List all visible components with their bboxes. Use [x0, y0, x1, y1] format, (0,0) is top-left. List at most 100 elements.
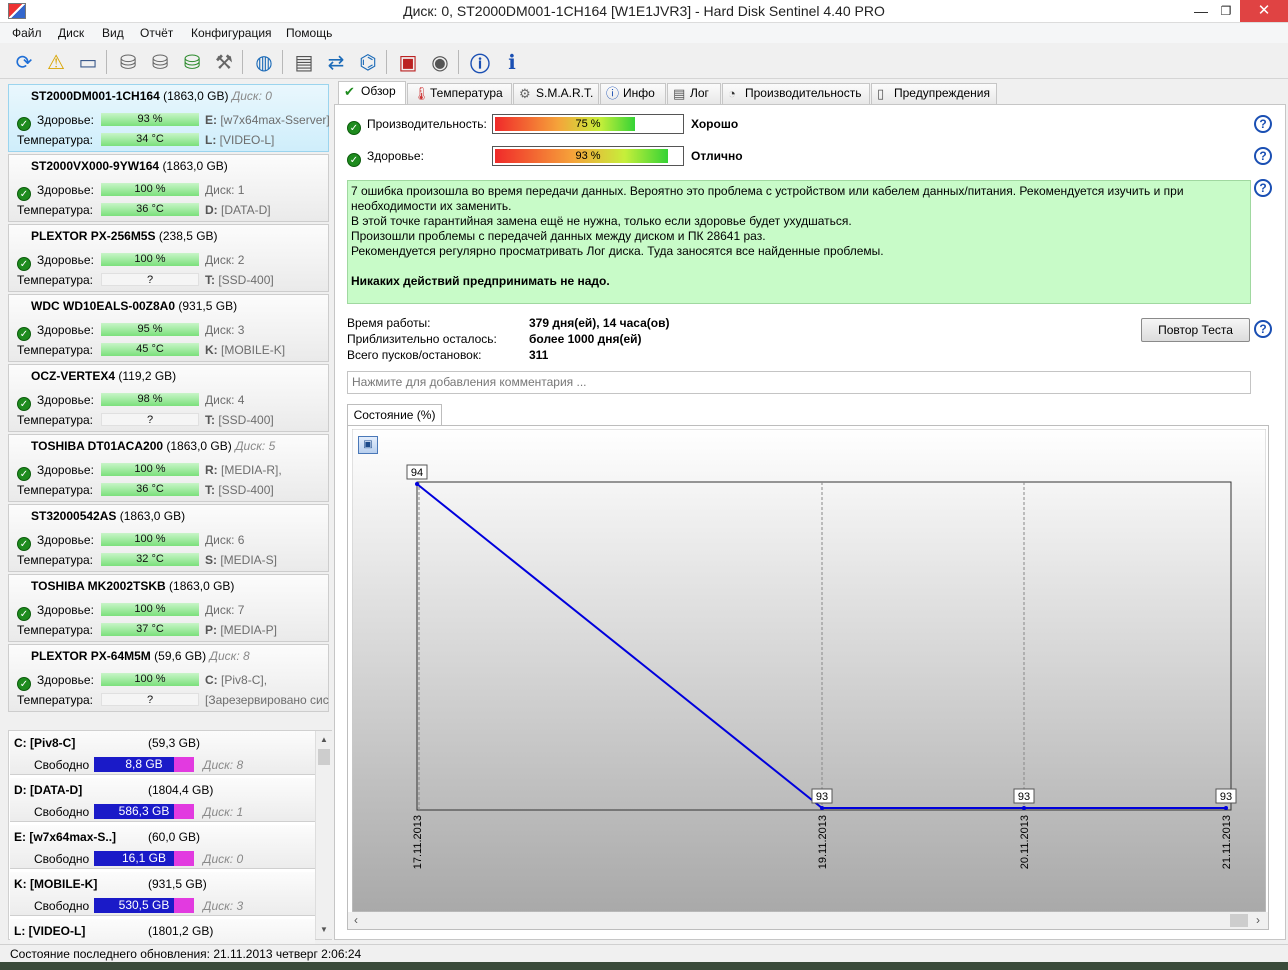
temperature-label: Температура:	[17, 413, 94, 427]
scroll-left-icon[interactable]: ‹	[354, 913, 358, 927]
health-label: ✓ Здоровье:	[17, 673, 94, 691]
network-icon[interactable]: ⌬	[354, 48, 382, 76]
starts-label: Всего пусков/остановок:	[347, 348, 482, 362]
health-verdict: Отлично	[691, 149, 743, 163]
scroll-thumb[interactable]	[318, 749, 330, 765]
menu-disk[interactable]: Диск	[58, 26, 84, 40]
check-icon: ✓	[17, 537, 31, 551]
disk-card[interactable]: WDC WD10EALS-00Z8A0 (931,5 GB) ✓ Здоровье…	[8, 294, 329, 362]
help-icon[interactable]: ⓘ	[466, 48, 494, 76]
disk-card[interactable]: TOSHIBA MK2002TSKB (1863,0 GB) ✓ Здоровье…	[8, 574, 329, 642]
disk-card[interactable]: PLEXTOR PX-64M5M (59,6 GB) Диск: 8 ✓ Здоро…	[8, 644, 329, 712]
free-label: Свободно	[34, 805, 90, 819]
disk-card[interactable]: OCZ-VERTEX4 (119,2 GB) ✓ Здоровье: 98 % Тем…	[8, 364, 329, 432]
partition-disk: Диск: 3	[203, 899, 244, 913]
alert-icon[interactable]: ⚠	[42, 48, 70, 76]
transfer-icon[interactable]: ⇄	[322, 48, 350, 76]
settings-icon[interactable]: ▣	[394, 48, 422, 76]
save-chart-icon[interactable]: ▣	[358, 436, 378, 454]
menu-report[interactable]: Отчёт	[140, 26, 173, 40]
drive-info-2: S: [MEDIA-S]	[205, 553, 278, 567]
tab-info[interactable]: ⓘ Инфо	[600, 83, 666, 104]
partition-item[interactable]: E: [w7x64max-S..] (60,0 GB) Свободно 16,1 G…	[10, 825, 315, 869]
tab-overview[interactable]: ✔ Обзор	[338, 81, 406, 104]
health-label: ✓ Здоровье:	[17, 393, 94, 411]
drive-info-2: T: [SSD-400]	[205, 273, 274, 287]
partition-scrollbar[interactable]: ▲ ▼	[315, 731, 332, 939]
globe-icon[interactable]: ◍	[250, 48, 278, 76]
scroll-down-icon[interactable]: ▼	[320, 925, 328, 934]
window-title: Диск: 0, ST2000DM001-1CH164 [W1E1JVR3] -…	[403, 3, 885, 19]
svg-text:93: 93	[816, 791, 828, 803]
partition-size: (60,0 GB)	[148, 830, 201, 844]
disk-check-icon[interactable]: ⛁	[146, 48, 174, 76]
performance-bar: 75 %	[492, 114, 684, 134]
partition-item[interactable]: C: [Piv8-C] (59,3 GB) Свободно 8,8 GB Диск: …	[10, 731, 315, 775]
check-icon: ✓	[17, 117, 31, 131]
free-label: Свободно	[34, 899, 90, 913]
starts-value: 311	[529, 348, 549, 362]
tab-smart[interactable]: ⚙ S.M.A.R.T.	[513, 83, 599, 104]
tab-log[interactable]: ▤ Лог	[667, 83, 721, 104]
scroll-thumb[interactable]	[1230, 914, 1248, 927]
partition-name: E: [w7x64max-S..]	[14, 830, 117, 844]
about-icon[interactable]: ℹ	[498, 48, 526, 76]
health-bar: 93 %	[101, 113, 199, 126]
report-icon[interactable]: ▤	[290, 48, 318, 76]
partition-item[interactable]: K: [MOBILE-K] (931,5 GB) Свободно 530,5 GB Д…	[10, 872, 315, 916]
remaining-label: Приблизительно осталось:	[347, 332, 497, 346]
tab-temperature[interactable]: 🌡 Температура	[407, 83, 512, 104]
free-space-bar: 16,1 GB	[94, 851, 194, 866]
help-icon[interactable]: ?	[1254, 147, 1272, 165]
disk-card[interactable]: ST32000542AS (1863,0 GB) ✓ Здоровье: 100 %…	[8, 504, 329, 572]
data-point	[1224, 806, 1228, 810]
refresh-icon[interactable]: ⟳	[10, 48, 38, 76]
disk-card[interactable]: PLEXTOR PX-256M5S (238,5 GB) ✓ Здоровье: 1…	[8, 224, 329, 292]
maximize-button[interactable]: ❐	[1211, 0, 1241, 22]
health-bar: 100 %	[101, 673, 199, 686]
temperature-label: Температура:	[17, 273, 94, 287]
x-tick-label: 17.11.2013	[412, 815, 424, 869]
menu-configuration[interactable]: Конфигурация	[191, 26, 272, 40]
tab-warnings[interactable]: ▯ Предупреждения	[871, 83, 997, 104]
check-icon: ✓	[17, 327, 31, 341]
help-icon[interactable]: ?	[1254, 179, 1272, 197]
partition-name: C: [Piv8-C]	[14, 736, 76, 750]
scroll-up-icon[interactable]: ▲	[320, 735, 328, 744]
retest-button[interactable]: Повтор Теста	[1141, 318, 1250, 342]
scroll-right-icon[interactable]: ›	[1256, 913, 1260, 927]
temperature-bar: ?	[101, 273, 199, 286]
partition-name: D: [DATA-D]	[14, 783, 83, 797]
free-space-bar: 530,5 GB	[94, 898, 194, 913]
comment-field[interactable]: Нажмите для добавления комментария ...	[347, 371, 1251, 394]
partition-name: L: [VIDEO-L]	[14, 924, 86, 938]
message-recommendation: Никаких действий предпринимать не надо.	[351, 274, 610, 288]
temperature-label: Температура:	[17, 553, 94, 567]
menu-help[interactable]: Помощь	[286, 26, 332, 40]
chart-scrollbar[interactable]: ‹ ›	[348, 912, 1268, 929]
menu-file[interactable]: Файл	[12, 26, 42, 40]
disk-card[interactable]: ST2000VX000-9YW164 (1863,0 GB) ✓ Здоровье…	[8, 154, 329, 222]
partition-item[interactable]: D: [DATA-D] (1804,4 GB) Свободно 586,3 GB Ди…	[10, 778, 315, 822]
temperature-label: Температура:	[17, 623, 94, 637]
performance-row: ✓ Производительность:	[347, 117, 487, 135]
partition-disk: Диск: 1	[203, 805, 244, 819]
drive-info-1: Диск: 6	[205, 533, 245, 547]
tab-performance[interactable]: ◔ Производительность	[722, 83, 870, 104]
sound-icon[interactable]: ◉	[426, 48, 454, 76]
disk-ok-icon[interactable]: ⛁	[178, 48, 206, 76]
free-label: Свободно	[34, 852, 90, 866]
temperature-bar: 45 °C	[101, 343, 199, 356]
menu-view[interactable]: Вид	[102, 26, 124, 40]
surface-test-icon[interactable]: ⛁	[114, 48, 142, 76]
disk-icon[interactable]: ▭	[74, 48, 102, 76]
disk-tools-icon[interactable]: ⚒	[210, 48, 238, 76]
disk-card[interactable]: ST2000DM001-1CH164 (1863,0 GB) Диск: 0 ✓ З…	[8, 84, 329, 152]
drive-info-1: Диск: 2	[205, 253, 245, 267]
help-icon[interactable]: ?	[1254, 115, 1272, 133]
help-icon[interactable]: ?	[1254, 320, 1272, 338]
disk-card[interactable]: TOSHIBA DT01ACA200 (1863,0 GB) Диск: 5 ✓ З…	[8, 434, 329, 502]
tab-health-state[interactable]: Состояние (%)	[347, 404, 442, 426]
close-button[interactable]: ✕	[1240, 0, 1288, 22]
data-point	[820, 806, 824, 810]
